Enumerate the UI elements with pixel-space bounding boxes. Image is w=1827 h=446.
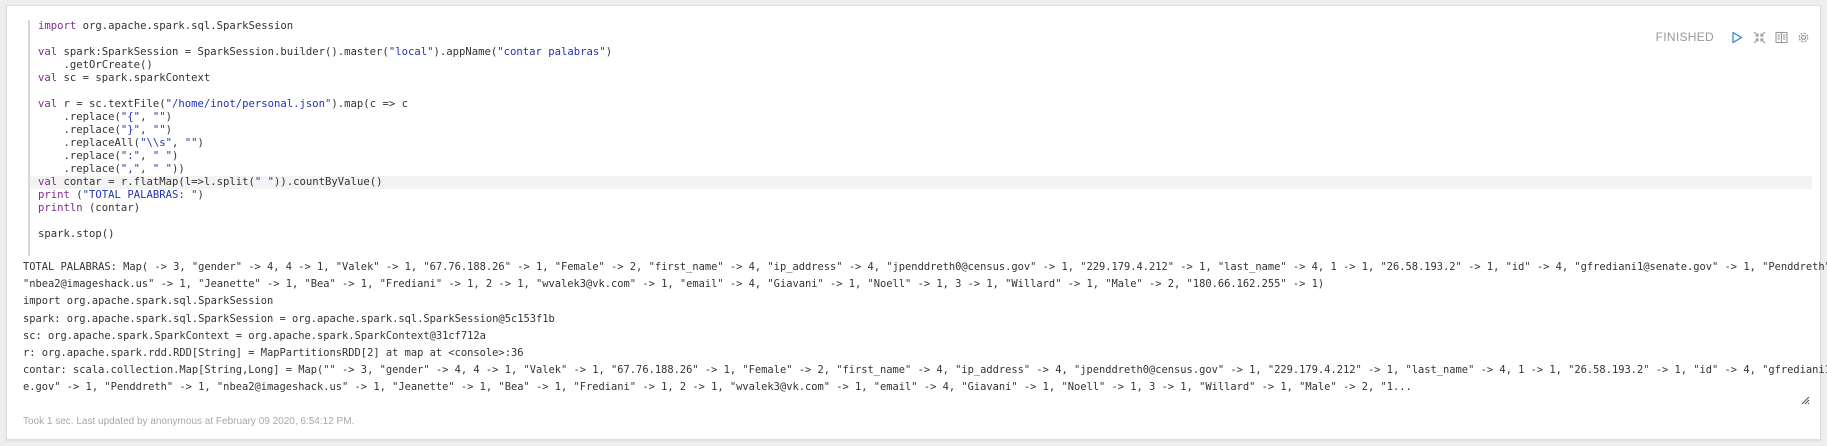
code-text: , bbox=[140, 124, 153, 136]
notebook-paragraph: FINISHED import org.apache.spark.sql.Spa… bbox=[6, 5, 1827, 440]
code-text: ).map(c => c bbox=[331, 98, 408, 110]
code-text: , bbox=[171, 137, 185, 149]
code-text: sc = spark.sparkContext bbox=[63, 72, 211, 84]
code-line[interactable]: println (contar) bbox=[30, 202, 1812, 215]
output-line: contar: scala.collection.Map[String,Long… bbox=[23, 364, 1827, 377]
code-line[interactable]: val spark:SparkSession = SparkSession.bu… bbox=[30, 46, 1812, 59]
code-text: .replaceAll( bbox=[38, 137, 141, 149]
output-line: spark: org.apache.spark.sql.SparkSession… bbox=[23, 312, 555, 325]
code-keyword: println bbox=[38, 202, 83, 214]
code-string: " " bbox=[152, 163, 172, 175]
code-text: )) bbox=[274, 176, 287, 188]
code-string: "contar palabras" bbox=[497, 46, 606, 58]
code-text: .getOrCreate() bbox=[38, 59, 153, 71]
output-line: import org.apache.spark.sql.SparkSession bbox=[23, 295, 274, 308]
code-text: ) bbox=[165, 124, 172, 136]
code-text: ).appName( bbox=[433, 46, 498, 58]
code-text: (contar) bbox=[89, 202, 141, 214]
code-line[interactable]: print ("TOTAL PALABRAS: ") bbox=[30, 189, 1812, 202]
code-line[interactable]: val sc = spark.sparkContext bbox=[30, 72, 1812, 85]
code-text: spark:SparkSession = SparkSession.builde… bbox=[63, 46, 389, 58]
code-string: "" bbox=[152, 124, 166, 136]
code-line[interactable]: .replaceAll("\\s", "") bbox=[30, 137, 1812, 150]
code-line[interactable] bbox=[30, 85, 1812, 98]
code-text: r = sc.textFile( bbox=[63, 98, 166, 110]
code-line[interactable] bbox=[30, 33, 1812, 46]
output-line: r: org.apache.spark.rdd.RDD[String] = Ma… bbox=[23, 347, 524, 360]
code-line[interactable]: .replace("}", "") bbox=[30, 124, 1812, 137]
code-line[interactable]: val contar = r.flatMap(l=>l.split(" ")).… bbox=[30, 176, 1812, 189]
paragraph-footer: Took 1 sec. Last updated by anonymous at… bbox=[23, 416, 355, 427]
code-text: org.apache.spark.sql.SparkSession bbox=[82, 20, 294, 32]
code-string: ":" bbox=[120, 150, 141, 162]
code-keyword: import bbox=[38, 20, 77, 32]
code-string: "TOTAL PALABRAS: " bbox=[82, 189, 198, 201]
code-text: .replace( bbox=[38, 124, 121, 136]
code-keyword: print bbox=[38, 189, 70, 201]
code-editor[interactable]: import org.apache.spark.sql.SparkSession… bbox=[28, 20, 1812, 256]
code-text: )) bbox=[171, 163, 185, 175]
code-line[interactable]: .replace(",", " ")) bbox=[30, 163, 1812, 176]
code-line[interactable]: val r = sc.textFile("/home/inot/personal… bbox=[30, 98, 1812, 111]
output-line: e.gov" -> 1, "Penddreth" -> 1, "nbea2@im… bbox=[23, 381, 1412, 394]
code-string: "}" bbox=[120, 124, 141, 136]
code-string: "\\s" bbox=[140, 137, 172, 149]
code-string: "" bbox=[152, 111, 166, 123]
code-string: " " bbox=[254, 176, 275, 188]
code-text: .replace( bbox=[38, 150, 121, 162]
code-line[interactable]: .getOrCreate() bbox=[30, 59, 1812, 72]
code-line[interactable]: .replace(":", " ") bbox=[30, 150, 1812, 163]
code-keyword: val bbox=[38, 46, 58, 58]
code-string: "," bbox=[120, 163, 141, 175]
code-line[interactable]: .replace("{", "") bbox=[30, 111, 1812, 124]
code-text: contar = r.flatMap(l=>l.split( bbox=[63, 176, 255, 188]
code-line[interactable] bbox=[30, 215, 1812, 228]
code-text: ) bbox=[605, 46, 613, 58]
resize-handle-icon[interactable] bbox=[1801, 392, 1810, 405]
paragraph-output: TOTAL PALABRAS: Map( -> 3, "gender" -> 4… bbox=[23, 259, 1827, 397]
code-keyword: val bbox=[38, 98, 58, 110]
code-string: "" bbox=[184, 137, 198, 149]
code-text: .countByValue() bbox=[286, 176, 383, 188]
code-text: ) bbox=[165, 111, 172, 123]
output-line: sc: org.apache.spark.SparkContext = org.… bbox=[23, 329, 486, 342]
output-line: "nbea2@imageshack.us" -> 1, "Jeanette" -… bbox=[23, 278, 1325, 291]
code-string: "/home/inot/personal.json" bbox=[165, 98, 332, 110]
code-line[interactable]: import org.apache.spark.sql.SparkSession bbox=[30, 20, 1812, 33]
code-keyword: val bbox=[38, 176, 58, 188]
code-text: .replace( bbox=[38, 111, 121, 123]
code-line[interactable]: spark.stop() bbox=[30, 228, 1812, 241]
code-text: ) bbox=[197, 137, 204, 149]
code-text: .replace( bbox=[38, 163, 121, 175]
code-text: , bbox=[140, 111, 153, 123]
output-line: TOTAL PALABRAS: Map( -> 3, "gender" -> 4… bbox=[23, 261, 1827, 273]
code-text: ) bbox=[197, 189, 204, 201]
code-string: "local" bbox=[388, 46, 434, 58]
code-text: ) bbox=[171, 150, 179, 162]
code-keyword: val bbox=[38, 72, 58, 84]
code-text: spark.stop() bbox=[38, 228, 115, 240]
code-string: " " bbox=[152, 150, 172, 162]
code-text: , bbox=[140, 150, 153, 162]
code-text: , bbox=[140, 163, 153, 175]
code-string: "{" bbox=[120, 111, 141, 123]
